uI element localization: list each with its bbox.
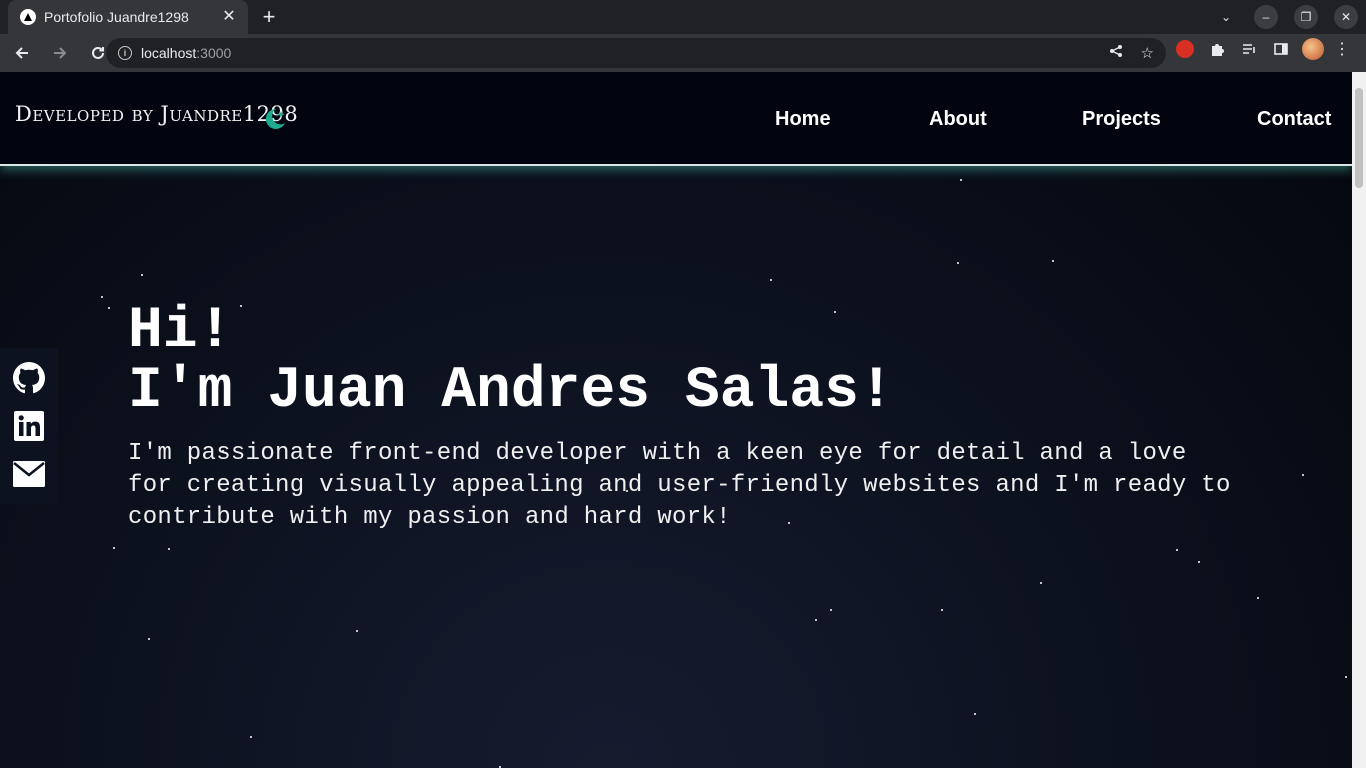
star: [101, 296, 103, 298]
window-controls: ⌄ – ❐ ✕: [1214, 5, 1358, 29]
extension-red-icon[interactable]: [1174, 38, 1196, 60]
scroll-thumb[interactable]: [1355, 88, 1363, 188]
star: [941, 609, 943, 611]
star: [974, 713, 976, 715]
site-header: Developed by Juandre1298 Home About Proj…: [0, 72, 1352, 166]
star: [141, 274, 143, 276]
star: [1040, 582, 1042, 584]
star: [356, 630, 358, 632]
hero-title: Hi! I'm Juan Andres Salas!: [128, 302, 894, 422]
bookmark-star-icon[interactable]: ☆: [1141, 44, 1154, 62]
linkedin-icon: [14, 411, 44, 441]
favicon-icon: [20, 9, 36, 25]
star: [1257, 597, 1259, 599]
share-icon[interactable]: [1109, 44, 1123, 62]
nav-contact-label: Contact: [1257, 108, 1332, 130]
nav-contact-link[interactable]: Contact: [1257, 108, 1331, 131]
restore-button[interactable]: ❐: [1294, 5, 1318, 29]
hero-greeting: Hi!: [128, 299, 233, 364]
linkedin-link[interactable]: [12, 409, 46, 443]
url-host: localhost: [141, 45, 197, 61]
nav-home-label: Home: [775, 108, 831, 130]
browser-toolbar: i localhost:3000 ☆ ⋮: [0, 34, 1366, 72]
page-viewport: Developed by Juandre1298 Home About Proj…: [0, 72, 1352, 768]
star: [1198, 561, 1200, 563]
moon-star-icon: [265, 108, 285, 129]
back-button[interactable]: [6, 37, 38, 69]
new-tab-button[interactable]: +: [258, 6, 280, 28]
address-bar[interactable]: i localhost:3000 ☆: [106, 38, 1166, 68]
social-links: [0, 348, 58, 504]
star: [148, 638, 150, 640]
close-window-button[interactable]: ✕: [1334, 5, 1358, 29]
star: [960, 179, 962, 181]
star: [957, 262, 959, 264]
star: [1302, 474, 1304, 476]
email-link[interactable]: [12, 457, 46, 491]
media-queue-icon[interactable]: [1238, 38, 1260, 60]
forward-button[interactable]: [44, 37, 76, 69]
star: [1345, 676, 1347, 678]
star: [250, 736, 252, 738]
nav-projects-label: Projects: [1082, 108, 1161, 130]
star: [168, 548, 170, 550]
browser-tab-bar: Portofolio Juandre1298 ✕ + ⌄ – ❐ ✕: [0, 0, 1366, 34]
minimize-button[interactable]: –: [1254, 5, 1278, 29]
star: [1052, 260, 1054, 262]
star: [108, 307, 110, 309]
email-icon: [13, 461, 45, 487]
browser-tab[interactable]: Portofolio Juandre1298 ✕: [8, 0, 248, 34]
tab-title: Portofolio Juandre1298: [44, 9, 189, 25]
star: [1176, 549, 1178, 551]
star: [113, 547, 115, 549]
site-info-icon[interactable]: i: [118, 46, 132, 60]
side-panel-icon[interactable]: [1270, 38, 1292, 60]
puzzle-extensions-icon[interactable]: [1206, 38, 1228, 60]
star: [815, 619, 817, 621]
github-link[interactable]: [12, 361, 46, 395]
page-scrollbar[interactable]: [1352, 72, 1366, 768]
hero-name: I'm Juan Andres Salas!: [128, 359, 894, 424]
menu-kebab-icon[interactable]: ⋮: [1334, 39, 1350, 59]
star: [770, 279, 772, 281]
brand-logo-text[interactable]: Developed by Juandre1298: [15, 102, 298, 126]
omnibox-actions: ☆: [1109, 44, 1154, 62]
github-icon: [13, 362, 45, 394]
tab-search-icon[interactable]: ⌄: [1214, 10, 1238, 24]
close-tab-icon[interactable]: ✕: [220, 8, 238, 26]
profile-avatar[interactable]: [1302, 38, 1324, 60]
star: [830, 609, 832, 611]
url-port: :3000: [196, 45, 232, 61]
hero-description: I'm passionate front-end developer with …: [128, 440, 1231, 531]
extensions-area: ⋮: [1174, 38, 1350, 60]
nav-about-label: About: [929, 108, 987, 130]
